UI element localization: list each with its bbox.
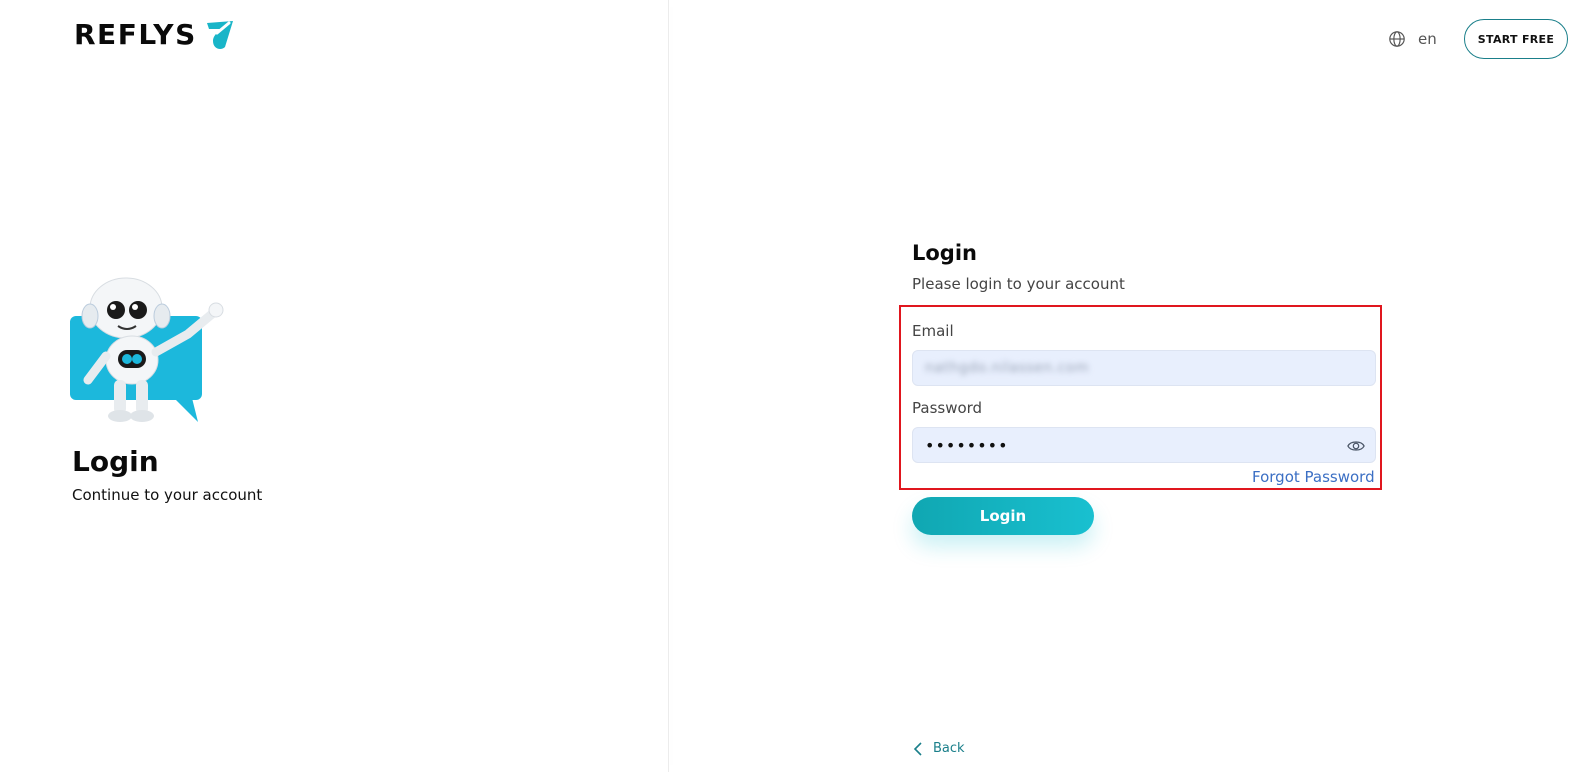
brand-name: REFLYS	[74, 17, 197, 51]
forgot-password-link[interactable]: Forgot Password	[1252, 468, 1375, 486]
robot-mascot-illustration	[70, 273, 224, 422]
start-free-button[interactable]: START FREE	[1464, 19, 1568, 59]
email-field[interactable]: nathgdo.nilassen.com	[912, 350, 1376, 386]
login-page: REFLYS Login Continue to your account en…	[0, 0, 1586, 772]
panel-divider	[668, 0, 669, 772]
language-selector[interactable]: en	[1388, 28, 1437, 50]
brand-logo[interactable]: REFLYS	[74, 14, 237, 54]
left-panel: REFLYS Login Continue to your account	[0, 0, 668, 772]
password-value: ••••••••	[925, 435, 1009, 455]
language-label: en	[1418, 30, 1437, 48]
eye-icon[interactable]	[1347, 437, 1365, 455]
left-title: Login	[72, 445, 159, 478]
password-field[interactable]: ••••••••	[912, 427, 1376, 463]
left-subtitle: Continue to your account	[72, 486, 263, 504]
back-label: Back	[933, 741, 965, 756]
form-title: Login	[912, 241, 977, 265]
globe-icon	[1389, 31, 1405, 47]
form-subtitle: Please login to your account	[912, 275, 1125, 293]
password-label: Password	[912, 399, 983, 417]
chevron-left-icon	[913, 741, 922, 756]
back-link[interactable]: Back	[913, 741, 965, 756]
email-label: Email	[912, 322, 954, 340]
email-value: nathgdo.nilassen.com	[925, 360, 1090, 376]
login-button[interactable]: Login	[912, 497, 1094, 535]
brand-mark-icon	[206, 21, 233, 49]
